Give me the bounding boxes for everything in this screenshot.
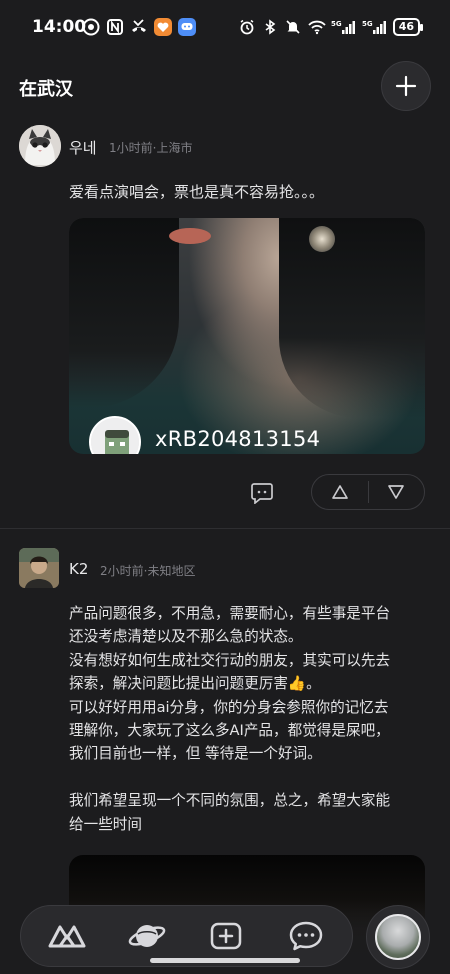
missed-call-icon [130, 18, 148, 36]
downvote-button[interactable] [369, 475, 425, 509]
post-author[interactable]: 우네 [69, 137, 97, 158]
post-text: 产品问题很多，不用急，需要耐心，有些事是平台 还没考虑清楚以及不那么急的状态。 … [69, 605, 391, 833]
taobao-icon [154, 18, 172, 36]
notification-icons [82, 18, 196, 36]
planet-icon [128, 925, 165, 947]
signal-5g-icon: 5G [362, 19, 386, 35]
post-text: 爱看点演唱会，票也是真不容易抢。。。 [69, 183, 325, 201]
status-time: 14:00 [32, 17, 87, 37]
nav-explore[interactable] [121, 910, 173, 962]
upvote-button[interactable] [312, 475, 368, 509]
signal-5g-icon: 5G [331, 19, 355, 35]
alarm-icon [239, 19, 255, 35]
post-author[interactable]: K2 [69, 560, 88, 578]
nav-home[interactable] [41, 910, 93, 962]
message-app-icon [178, 18, 196, 36]
svg-text:5G: 5G [331, 20, 342, 28]
wifi-icon [308, 19, 326, 35]
post-meta: 1小时前·上海市 [109, 141, 193, 155]
avatar[interactable] [19, 548, 59, 588]
page-title: 在武汉 [19, 79, 73, 100]
home-indicator[interactable] [150, 958, 300, 963]
nav-create[interactable] [200, 910, 252, 962]
mute-icon [285, 19, 301, 35]
post-media-card[interactable]: xRB204813154 [69, 218, 425, 454]
svg-text:5G: 5G [362, 20, 373, 28]
add-button[interactable] [381, 61, 431, 111]
nfc-icon [106, 18, 124, 36]
image-region [309, 226, 335, 252]
system-icons: 5G 5G 46 [239, 18, 424, 36]
profile-button[interactable] [366, 905, 430, 969]
image-region [69, 218, 179, 408]
bluetooth-icon [262, 19, 278, 35]
comment-icon [251, 483, 273, 504]
image-region [279, 218, 425, 418]
profile-avatar [375, 914, 421, 960]
triangle-down-icon [388, 485, 405, 499]
vote-group [311, 474, 425, 510]
post-meta: 2小时前·未知地区 [100, 564, 196, 578]
image-region [169, 228, 211, 244]
card-name: xRB204813154 [155, 427, 321, 451]
post-separator [0, 528, 450, 529]
battery-indicator: 46 [392, 18, 424, 36]
comment-button[interactable] [247, 478, 277, 508]
triangle-up-icon [331, 485, 348, 499]
card-avatar [89, 416, 141, 454]
nav-messages[interactable] [280, 910, 332, 962]
chat-icon [289, 921, 323, 951]
home-logo-icon [48, 925, 86, 948]
add-post-icon [211, 922, 242, 950]
app-screen: 14:00 5G 5G 46 在武汉 우네 1小时前·上海市 爱看点演唱会，票也… [0, 0, 450, 974]
signal-app-icon [82, 18, 100, 36]
plus-icon [395, 75, 417, 97]
status-bar: 14:00 5G 5G 46 [0, 0, 450, 56]
avatar[interactable] [19, 125, 61, 167]
